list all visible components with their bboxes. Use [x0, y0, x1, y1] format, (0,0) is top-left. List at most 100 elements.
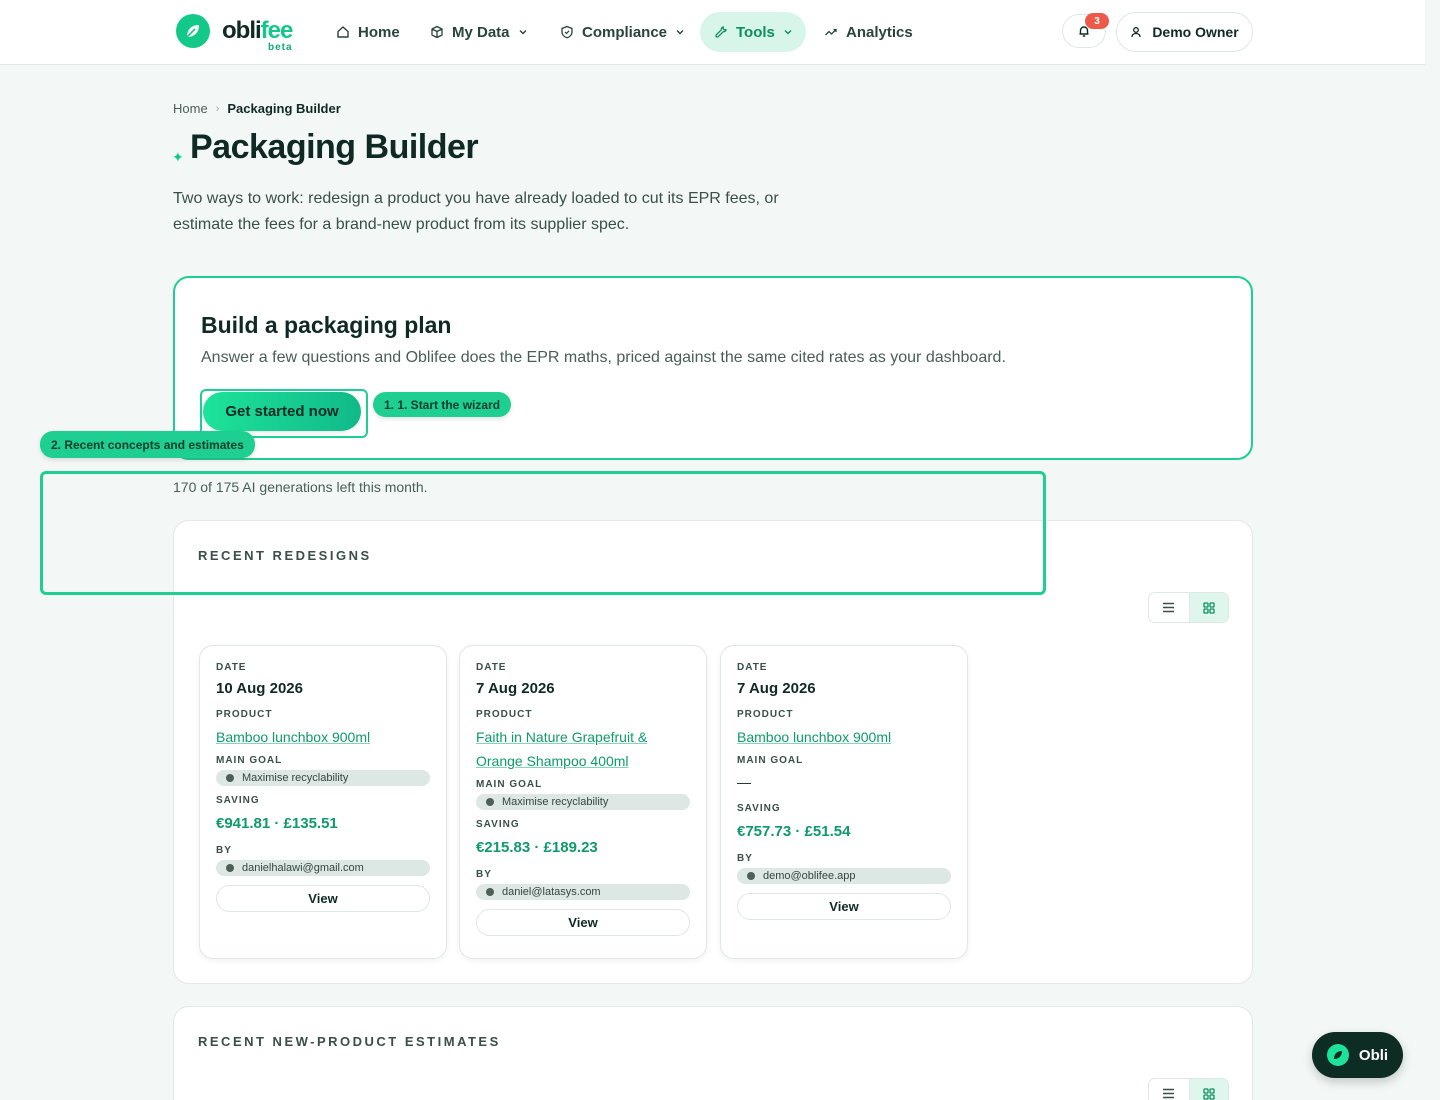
nav-tools[interactable]: Tools: [700, 12, 806, 52]
leaf-icon: [1326, 1044, 1349, 1066]
status-dot-icon: [226, 864, 234, 872]
tour-step-2-tooltip: 2. Recent concepts and estimates: [40, 431, 255, 458]
nav-home[interactable]: Home: [322, 12, 414, 52]
main-goal-label: MAIN GOAL: [216, 755, 283, 766]
date-label: DATE: [216, 662, 247, 673]
view-mode-toggle: [1148, 592, 1229, 623]
home-icon: [337, 26, 349, 38]
user-icon: [1131, 27, 1141, 38]
nav-compliance[interactable]: Compliance: [546, 12, 699, 52]
author-chip: daniel@latasys.com: [476, 884, 690, 900]
list-view-button[interactable]: [1149, 1079, 1189, 1100]
user-name: Demo Owner: [1152, 24, 1239, 40]
redesign-card: DATE 10 Aug 2026 PRODUCT Bamboo lunchbox…: [199, 645, 447, 959]
redesign-card: DATE 7 Aug 2026 PRODUCT Faith in Nature …: [459, 645, 707, 959]
product-label: PRODUCT: [476, 709, 533, 720]
nav-my-data[interactable]: My Data: [416, 12, 542, 52]
saving-value: €215.83 · £189.23: [476, 839, 598, 856]
breadcrumb-current: Packaging Builder: [227, 101, 341, 116]
chevron-down-icon: [519, 30, 527, 35]
nav-analytics-label: Analytics: [846, 23, 913, 41]
recent-estimates-title: RECENT NEW-PRODUCT ESTIMATES: [198, 1034, 501, 1049]
page-title: Packaging Builder: [190, 128, 479, 166]
breadcrumb-home-link[interactable]: Home: [173, 101, 208, 116]
tour-step-1-tooltip: 1. 1. Start the wizard: [373, 392, 512, 417]
notification-count-badge: 3: [1085, 13, 1109, 29]
author-chip: danielhalawi@gmail.com: [216, 860, 430, 876]
author-chip: demo@oblifee.app: [737, 868, 951, 884]
list-icon: [1163, 602, 1175, 613]
breadcrumb: Home › Packaging Builder: [173, 101, 341, 116]
recent-redesigns-section: RECENT REDESIGNS DATE 10 Aug 2026 PRODUC…: [173, 520, 1253, 984]
redesign-card: DATE 7 Aug 2026 PRODUCT Bamboo lunchbox …: [720, 645, 968, 959]
nav-tools-label: Tools: [736, 23, 775, 41]
sparkle-icon: ✦: [172, 149, 184, 165]
view-button[interactable]: View: [737, 893, 951, 920]
author-email: demo@oblifee.app: [763, 870, 856, 882]
get-started-button[interactable]: Get started now: [203, 392, 361, 431]
ai-generations-remaining: 170 of 175 AI generations left this mont…: [173, 479, 428, 495]
recent-redesigns-title: RECENT REDESIGNS: [198, 548, 372, 563]
product-label: PRODUCT: [737, 709, 794, 720]
by-label: BY: [737, 853, 753, 864]
product-link[interactable]: Faith in Nature Grapefruit & Orange Sham…: [476, 725, 690, 773]
view-mode-toggle: [1148, 1078, 1229, 1100]
view-button[interactable]: View: [476, 909, 690, 936]
nav-home-label: Home: [358, 23, 400, 41]
status-dot-icon: [486, 798, 494, 806]
saving-label: SAVING: [476, 819, 520, 830]
obli-label: Obli: [1358, 1046, 1389, 1064]
shield-icon: [561, 25, 573, 39]
product-label: PRODUCT: [216, 709, 273, 720]
leaf-logo-icon: [176, 14, 210, 48]
saving-label: SAVING: [737, 803, 781, 814]
nav-compliance-label: Compliance: [582, 23, 668, 41]
list-icon: [1163, 1088, 1175, 1099]
redesign-date: 10 Aug 2026: [216, 680, 303, 697]
breadcrumb-separator: ›: [215, 102, 220, 115]
chevron-down-icon: [784, 30, 792, 35]
status-dot-icon: [747, 872, 755, 880]
goal-chip-text: Maximise recyclability: [242, 772, 349, 784]
beta-badge: beta: [268, 42, 293, 53]
redesign-date: 7 Aug 2026: [476, 680, 555, 697]
top-navigation-bar: oblifee beta Home My Data Compliance Too…: [0, 0, 1425, 65]
author-email: daniel@latasys.com: [502, 886, 601, 898]
status-dot-icon: [226, 774, 234, 782]
grid-icon: [1203, 601, 1215, 614]
main-goal-label: MAIN GOAL: [737, 755, 804, 766]
box-icon: [431, 25, 443, 39]
plan-card-title: Build a packaging plan: [201, 312, 452, 338]
saving-value: €757.73 · £51.54: [737, 823, 851, 840]
redesign-date: 7 Aug 2026: [737, 680, 816, 697]
view-button[interactable]: View: [216, 885, 430, 912]
goal-chip: Maximise recyclability: [476, 794, 690, 810]
oblifee-logo[interactable]: oblifee beta: [176, 14, 293, 53]
list-view-button[interactable]: [1149, 593, 1189, 622]
goal-chip-text: Maximise recyclability: [502, 796, 609, 808]
saving-value: €941.81 · £135.51: [216, 815, 338, 832]
wrench-icon: [715, 26, 727, 38]
date-label: DATE: [737, 662, 768, 673]
chevron-down-icon: [676, 30, 684, 35]
product-link[interactable]: Bamboo lunchbox 900ml: [216, 725, 430, 749]
nav-analytics[interactable]: Analytics: [810, 12, 927, 52]
product-link[interactable]: Bamboo lunchbox 900ml: [737, 725, 951, 749]
recent-estimates-section: RECENT NEW-PRODUCT ESTIMATES: [173, 1006, 1253, 1100]
nav-my-data-label: My Data: [452, 23, 510, 41]
by-label: BY: [216, 845, 232, 856]
goal-chip: Maximise recyclability: [216, 770, 430, 786]
by-label: BY: [476, 869, 492, 880]
author-email: danielhalawi@gmail.com: [242, 862, 364, 874]
obli-assistant-button[interactable]: Obli: [1312, 1032, 1403, 1078]
user-menu-button[interactable]: Demo Owner: [1116, 12, 1253, 52]
grid-icon: [1203, 1087, 1215, 1100]
grid-view-button[interactable]: [1188, 1079, 1228, 1100]
date-label: DATE: [476, 662, 507, 673]
goal-empty-value: —: [737, 774, 751, 790]
grid-view-button[interactable]: [1188, 593, 1228, 622]
main-goal-label: MAIN GOAL: [476, 779, 543, 790]
trend-icon: [825, 28, 837, 36]
plan-card-description: Answer a few questions and Oblifee does …: [201, 349, 1006, 366]
saving-label: SAVING: [216, 795, 260, 806]
